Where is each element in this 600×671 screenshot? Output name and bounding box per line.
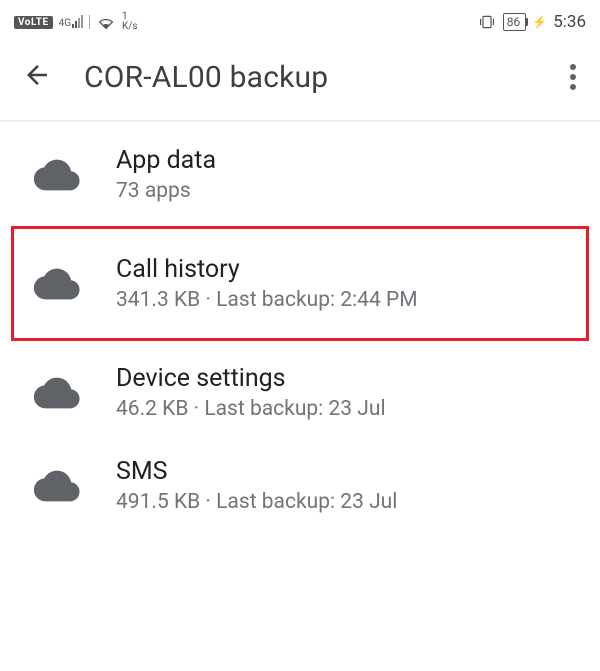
- list-item-device-settings[interactable]: Device settings 46.2 KB · Last backup: 2…: [0, 346, 600, 439]
- arrow-back-icon: [22, 60, 52, 90]
- battery-indicator: 86: [503, 13, 527, 31]
- status-bar: VoLTE 4G 1 K/s 86 ⚡ 5:36: [0, 0, 600, 44]
- cloud-icon: [34, 377, 80, 409]
- list-item-app-data[interactable]: App data 73 apps: [0, 128, 600, 221]
- signal-4g: 4G: [59, 15, 83, 29]
- status-left: VoLTE 4G 1 K/s: [14, 12, 138, 32]
- dot-icon: [570, 64, 576, 70]
- back-button[interactable]: [22, 60, 52, 94]
- more-options-button[interactable]: [564, 58, 582, 96]
- page-title: COR-AL00 backup: [84, 60, 532, 95]
- status-right: 86 ⚡ 5:36: [477, 12, 586, 32]
- cloud-icon: [34, 470, 80, 502]
- row-text: SMS 491.5 KB · Last backup: 23 Jul: [116, 457, 397, 514]
- row-title: SMS: [116, 457, 397, 486]
- row-text: Device settings 46.2 KB · Last backup: 2…: [116, 364, 386, 421]
- row-subtitle: 73 apps: [116, 179, 216, 203]
- row-title: Call history: [116, 255, 418, 284]
- network-label: 4G: [59, 18, 71, 29]
- row-subtitle: 341.3 KB · Last backup: 2:44 PM: [116, 288, 418, 312]
- network-speed: 1 K/s: [122, 12, 138, 32]
- backup-list: App data 73 apps Call history 341.3 KB ·…: [0, 122, 600, 532]
- app-bar: COR-AL00 backup: [0, 44, 600, 122]
- divider-icon: [89, 15, 90, 29]
- speed-unit: K/s: [122, 22, 138, 32]
- wifi-icon: [96, 14, 116, 30]
- cloud-icon: [34, 268, 80, 300]
- list-item-sms[interactable]: SMS 491.5 KB · Last backup: 23 Jul: [0, 439, 600, 532]
- row-text: App data 73 apps: [116, 146, 216, 203]
- dot-icon: [570, 84, 576, 90]
- cloud-icon: [34, 159, 80, 191]
- row-text: Call history 341.3 KB · Last backup: 2:4…: [116, 255, 418, 312]
- charging-icon: ⚡: [532, 15, 547, 29]
- row-title: App data: [116, 146, 216, 175]
- volte-badge: VoLTE: [14, 16, 53, 29]
- row-subtitle: 46.2 KB · Last backup: 23 Jul: [116, 397, 386, 421]
- row-subtitle: 491.5 KB · Last backup: 23 Jul: [116, 490, 397, 514]
- row-title: Device settings: [116, 364, 386, 393]
- clock: 5:36: [553, 12, 586, 32]
- list-item-call-history[interactable]: Call history 341.3 KB · Last backup: 2:4…: [10, 225, 590, 342]
- vibrate-icon: [477, 14, 497, 30]
- dot-icon: [570, 74, 576, 80]
- signal-bars-icon: [72, 15, 83, 29]
